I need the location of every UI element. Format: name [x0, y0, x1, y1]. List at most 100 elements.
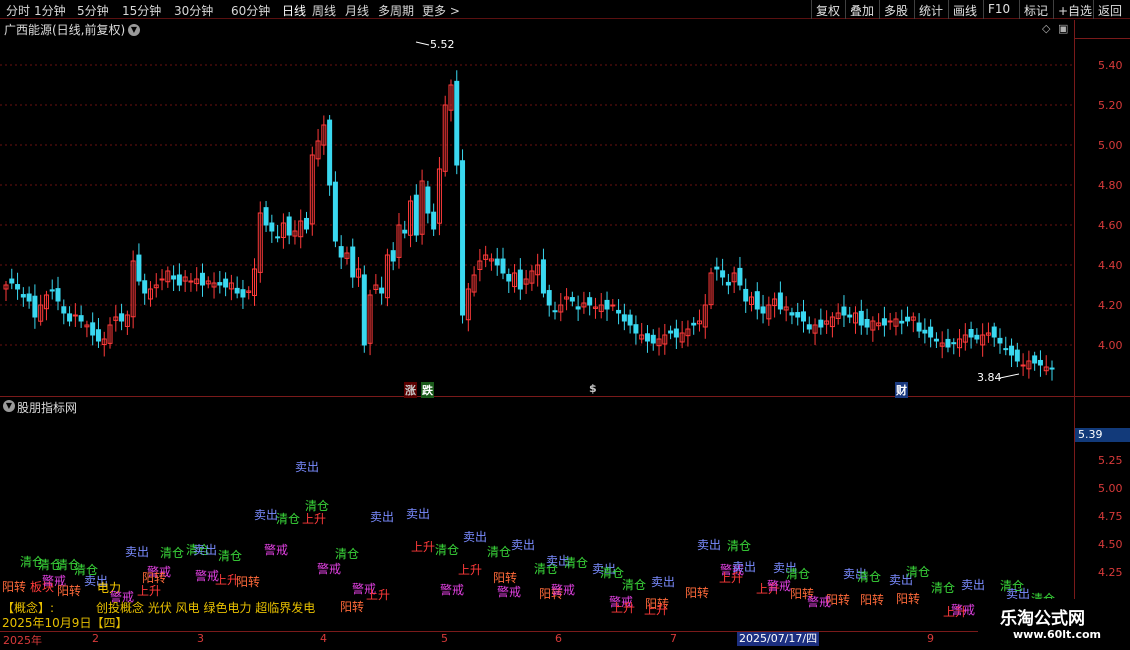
- chevron-down-icon[interactable]: ▼: [3, 400, 15, 412]
- candle-body: [783, 306, 789, 311]
- period-tab[interactable]: 月线: [345, 2, 369, 19]
- period-tab[interactable]: 日线: [282, 2, 306, 19]
- candle-body: [760, 306, 766, 314]
- candle-body: [720, 270, 726, 278]
- toolbar-button[interactable]: 叠加: [845, 0, 878, 19]
- signal-label: 阳转: [340, 600, 365, 614]
- signal-label: 上升: [366, 588, 391, 602]
- toolbar-button[interactable]: 统计: [914, 0, 947, 19]
- candle-body: [968, 329, 974, 338]
- toolbar-button[interactable]: 复权: [811, 0, 844, 19]
- candle-body: [20, 294, 26, 298]
- candle-body: [696, 320, 702, 325]
- period-tab[interactable]: 60分钟: [231, 2, 270, 19]
- high-annotation: 5.52: [430, 38, 455, 51]
- toolbar-button[interactable]: F10: [983, 0, 1014, 19]
- period-tab[interactable]: 更多 >: [422, 2, 460, 19]
- current-indicator-value: 5.39: [1075, 428, 1130, 442]
- candle-body: [442, 104, 448, 172]
- candle-body: [494, 258, 500, 266]
- candle-body: [858, 310, 864, 326]
- candle-body: [1003, 348, 1009, 351]
- watermark-logo: 乐淘公式网: [1000, 609, 1085, 629]
- candle-body: [327, 119, 333, 186]
- candle-body: [639, 334, 645, 340]
- candle-body: [656, 338, 662, 347]
- candle-body: [881, 318, 887, 326]
- candle-body: [806, 324, 812, 330]
- candle-body: [922, 329, 928, 334]
- limit-up-marker[interactable]: 涨: [404, 382, 417, 398]
- toolbar-button[interactable]: +自选: [1053, 0, 1096, 19]
- candle-body: [829, 316, 835, 328]
- candle-body: [379, 287, 385, 294]
- current-date: 2025年10月9日【四】: [2, 616, 128, 630]
- candle-body: [356, 268, 362, 278]
- signal-label: 上升: [458, 563, 483, 577]
- candle-body: [1009, 345, 1015, 356]
- signal-label: 卖出: [651, 575, 676, 589]
- signal-label: 卖出: [370, 510, 395, 524]
- period-tab[interactable]: 周线: [312, 2, 336, 19]
- period-tab[interactable]: 15分钟: [122, 2, 161, 19]
- period-tab[interactable]: 分时: [6, 2, 30, 19]
- price-label: 4.60: [1098, 219, 1123, 232]
- candle-body: [124, 314, 130, 327]
- candle-body: [153, 284, 159, 289]
- candle-body: [991, 326, 997, 338]
- candle-body: [396, 224, 402, 258]
- window-toggle-icon[interactable]: ▣: [1058, 22, 1068, 35]
- signal-label: 警戒: [807, 595, 832, 609]
- candle-body: [32, 295, 38, 318]
- candle-body: [217, 282, 223, 286]
- diamond-icon[interactable]: ◇: [1042, 22, 1050, 35]
- candle-body: [581, 302, 587, 308]
- cursor-date: 2025/07/17/四: [737, 632, 820, 646]
- indicator-label: 5.25: [1098, 454, 1123, 467]
- candle-body: [402, 229, 408, 234]
- signal-label: 阳转: [2, 580, 27, 594]
- period-tab[interactable]: 5分钟: [77, 2, 109, 19]
- toolbar-button[interactable]: 多股: [879, 0, 912, 19]
- toolbar-button[interactable]: 画线: [948, 0, 981, 19]
- signal-label: 警戒: [951, 603, 976, 617]
- candle-body: [488, 258, 494, 262]
- indicator-label: 5.00: [1098, 482, 1123, 495]
- candle-body: [471, 274, 477, 293]
- signal-label: 警戒: [440, 583, 465, 597]
- chevron-down-icon[interactable]: ▼: [128, 24, 140, 36]
- signal-label: 阳转: [57, 584, 82, 598]
- period-tab[interactable]: 多周期: [378, 2, 414, 19]
- period-tab[interactable]: 30分钟: [174, 2, 213, 19]
- candle-body: [743, 288, 749, 302]
- candle-body: [61, 306, 67, 314]
- signal-label: 卖出: [406, 507, 431, 521]
- axis-label: 6: [555, 632, 562, 645]
- toolbar-button[interactable]: 标记: [1019, 0, 1052, 19]
- candle-body: [477, 260, 483, 270]
- candle-body: [1037, 359, 1043, 366]
- candle-body: [691, 322, 697, 326]
- candle-body: [731, 272, 737, 283]
- candle-body: [367, 294, 373, 344]
- toolbar-button[interactable]: 返回: [1093, 0, 1126, 19]
- signal-label: 清仓: [160, 546, 185, 560]
- candle-body: [43, 294, 49, 310]
- candle-body: [546, 290, 552, 306]
- candle-body: [130, 260, 136, 318]
- candle-body: [587, 297, 593, 306]
- candle-body: [847, 314, 853, 318]
- signal-label: 上升: [719, 571, 744, 585]
- finance-marker[interactable]: 财: [895, 382, 908, 398]
- signal-label: 阳转: [685, 586, 710, 600]
- signal-label: 卖出: [193, 543, 218, 557]
- candle-body: [766, 304, 772, 320]
- dividend-marker[interactable]: $: [588, 382, 598, 395]
- period-tab[interactable]: 1分钟: [34, 2, 66, 19]
- candle-body: [338, 246, 344, 258]
- candle-body: [223, 278, 229, 288]
- limit-down-marker[interactable]: 跌: [421, 382, 434, 398]
- candle-body: [257, 212, 263, 273]
- candle-body: [668, 330, 674, 334]
- candle-body: [540, 259, 546, 294]
